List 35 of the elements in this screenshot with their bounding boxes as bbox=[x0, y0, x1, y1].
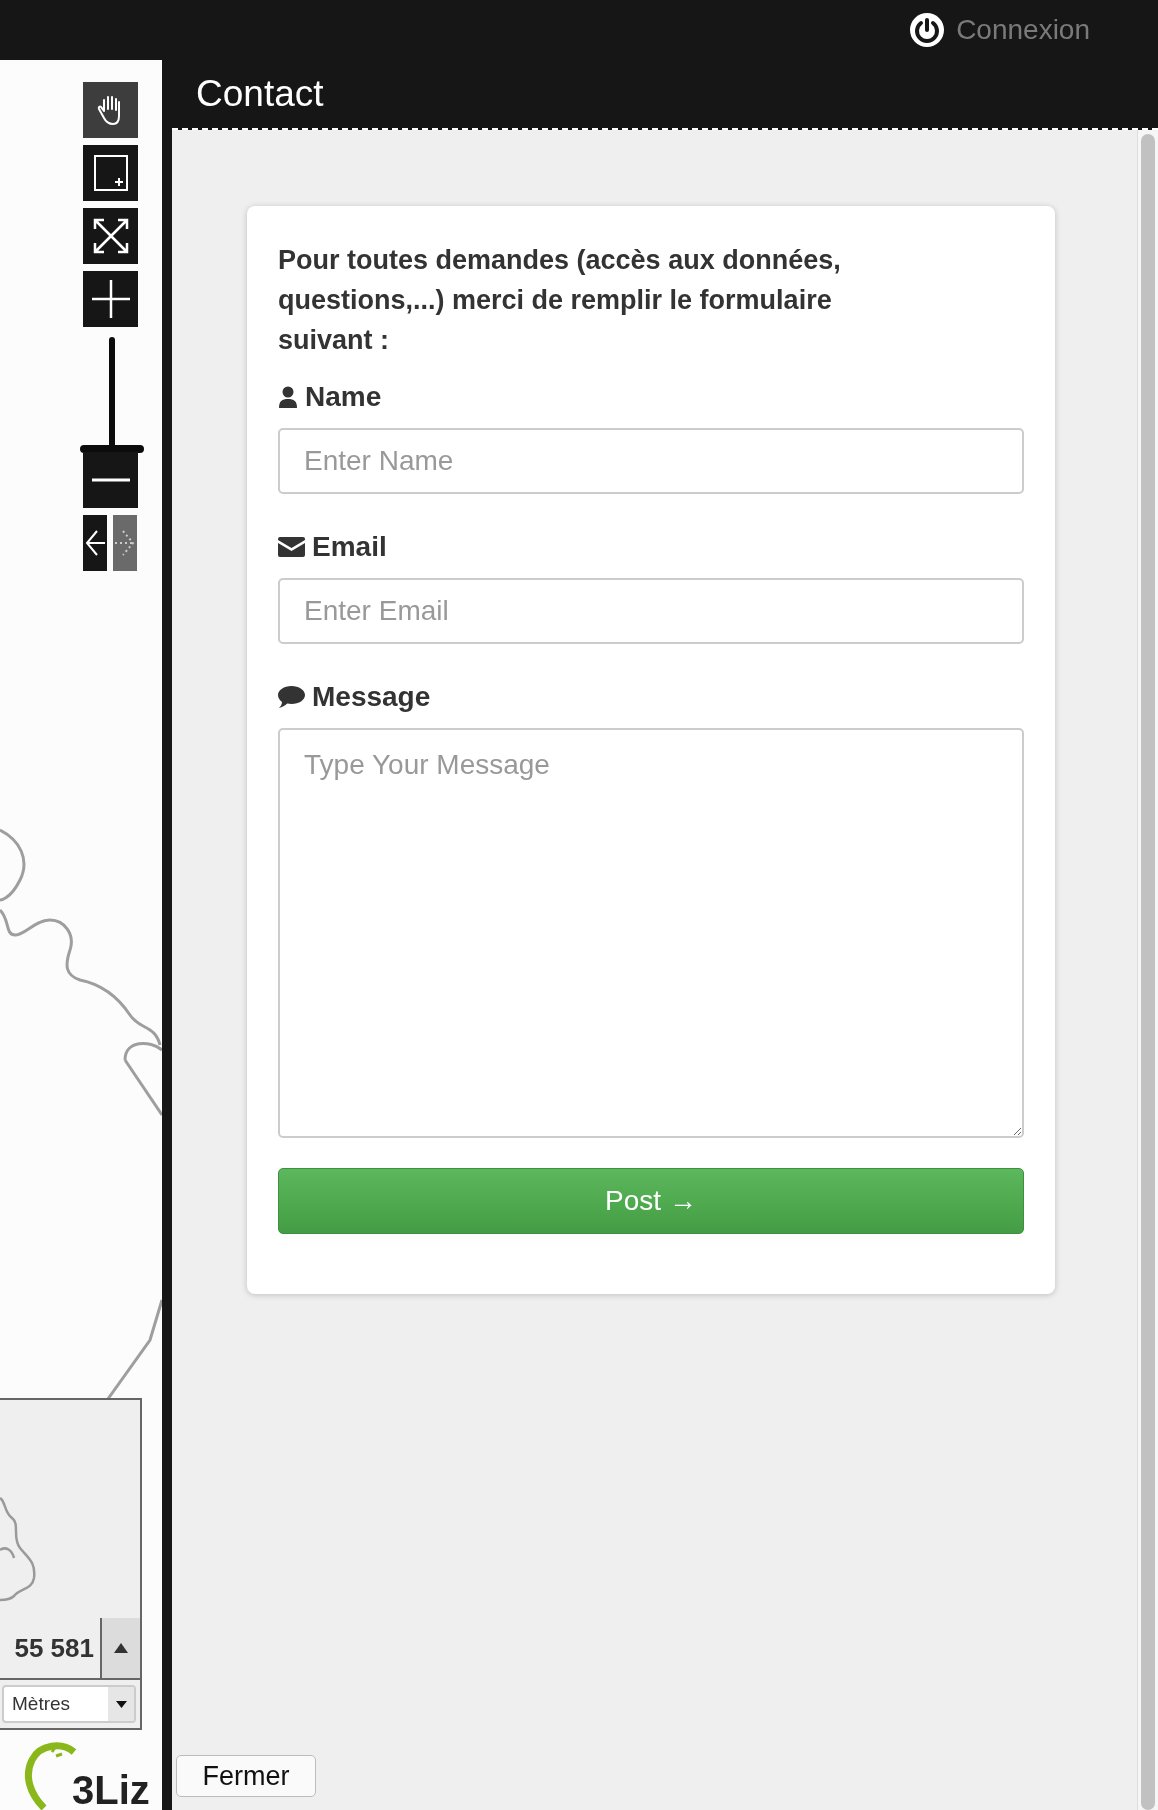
left-arrow-icon bbox=[85, 528, 105, 558]
name-field[interactable]: Enter Name bbox=[278, 428, 1024, 494]
speech-bubble-icon bbox=[278, 686, 305, 708]
caret-icon bbox=[115, 1700, 127, 1708]
history-back-button[interactable] bbox=[83, 515, 107, 571]
dotted-arrow-icon bbox=[115, 528, 135, 558]
zoom-in-button[interactable] bbox=[83, 271, 138, 327]
power-icon bbox=[908, 11, 947, 49]
field-label: Message bbox=[312, 680, 431, 714]
unit-label: Mètres bbox=[11, 1691, 72, 1716]
scrollbar[interactable] bbox=[1137, 130, 1158, 1810]
map-tool-button[interactable] bbox=[83, 208, 138, 264]
up-triangle-icon bbox=[114, 1643, 128, 1653]
logo-text: 3Liz bbox=[72, 1770, 150, 1810]
collapse-button[interactable] bbox=[100, 1618, 140, 1678]
user-icon bbox=[278, 386, 298, 408]
email-field[interactable]: Enter Email bbox=[278, 578, 1024, 644]
expand-icon bbox=[91, 217, 130, 255]
plus-icon bbox=[91, 280, 130, 318]
minus-icon bbox=[91, 478, 130, 482]
login-link[interactable]: Connexion bbox=[908, 9, 1090, 51]
intro-text: Pour toutes demandes (accès aux données, questions,...) merci de remplir le formulaire suivant : bbox=[278, 244, 842, 357]
field-label: Name bbox=[305, 380, 382, 414]
message-field[interactable]: Type Your Message bbox=[278, 728, 1024, 1138]
envelope-icon bbox=[278, 537, 305, 557]
zoom-out-button[interactable] bbox=[83, 452, 138, 508]
panel-title: Contact bbox=[196, 72, 324, 117]
map-tool-button[interactable] bbox=[83, 145, 138, 201]
close-button[interactable]: Fermer bbox=[176, 1755, 316, 1797]
scale-value: 55 581 bbox=[13, 1631, 95, 1665]
zoom-slider-track[interactable] bbox=[109, 337, 115, 445]
zoom-box-icon bbox=[92, 154, 129, 192]
field-label: Email bbox=[312, 530, 387, 564]
unit-select[interactable]: Mètres bbox=[2, 1685, 136, 1723]
map-tool-button[interactable] bbox=[83, 82, 138, 138]
